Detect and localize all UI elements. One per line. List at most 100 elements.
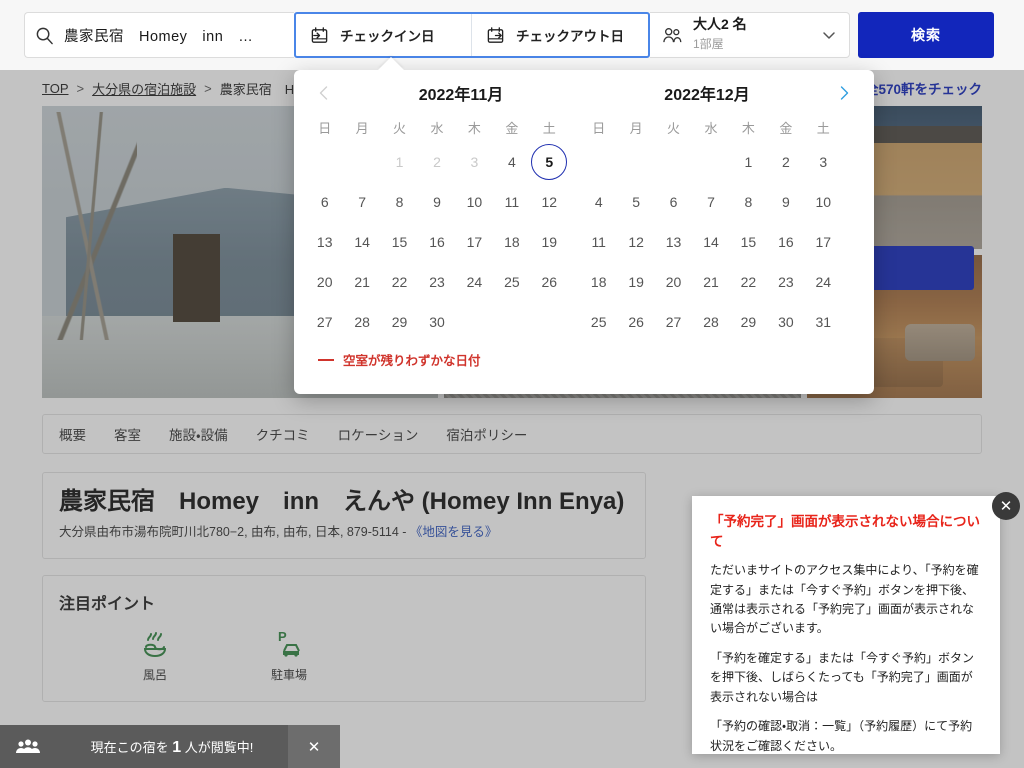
calendar-day[interactable]: 22 bbox=[381, 262, 418, 302]
calendar-prev-month-button[interactable] bbox=[310, 79, 338, 107]
calendar-dow-cell: 月 bbox=[355, 121, 369, 136]
calendar-day[interactable]: 17 bbox=[805, 222, 842, 262]
calendar-day[interactable]: 19 bbox=[531, 222, 568, 262]
calendar-day-blank bbox=[617, 142, 654, 182]
guests-selector[interactable]: 大人2 名 1部屋 bbox=[650, 12, 850, 58]
calendar-day[interactable]: 11 bbox=[580, 222, 617, 262]
calendar-day[interactable]: 18 bbox=[580, 262, 617, 302]
calendar-next-month-button[interactable] bbox=[830, 79, 858, 107]
tab-rooms[interactable]: 客室 bbox=[114, 424, 141, 444]
breadcrumb-count-note: 全570軒をチェック bbox=[864, 82, 982, 97]
calendar-day[interactable]: 25 bbox=[493, 262, 530, 302]
people-icon bbox=[662, 26, 683, 45]
viewers-count: 1 bbox=[172, 738, 182, 756]
breadcrumb-region-link[interactable]: 大分県の宿泊施設 bbox=[92, 79, 196, 98]
calendar-day[interactable]: 24 bbox=[456, 262, 493, 302]
checkin-date-field[interactable]: チェックイン日 bbox=[296, 14, 472, 56]
calendar-day[interactable]: 3 bbox=[805, 142, 842, 182]
highlight-label-bath: 風呂 bbox=[142, 667, 167, 682]
calendar-month-right: 日月火水木金土 1 2 3 4 5 6 7 8 9 10 11 12 13 14 15 16 17 18 19 20 2… bbox=[574, 116, 848, 342]
calendar-day[interactable]: 13 bbox=[655, 222, 692, 262]
calendar-day[interactable]: 18 bbox=[493, 222, 530, 262]
calendar-days-right: 1 2 3 4 5 6 7 8 9 10 11 12 13 14 15 16 17 18 19 20 21 22 23 24 2… bbox=[580, 142, 842, 342]
calendar-popover: 2022年11月 2022年12月 日月火水木金土 1 2 3 4 5 6 7 8 9 10 11 1… bbox=[294, 70, 874, 394]
tab-location[interactable]: ロケーション bbox=[338, 424, 419, 444]
calendar-day[interactable]: 23 bbox=[418, 262, 455, 302]
search-submit-button[interactable]: 検索 bbox=[858, 12, 994, 58]
calendar-day[interactable]: 19 bbox=[617, 262, 654, 302]
calendar-day[interactable]: 11 bbox=[493, 182, 530, 222]
svg-text:P: P bbox=[278, 629, 287, 644]
calendar-day[interactable]: 21 bbox=[343, 262, 380, 302]
calendar-day[interactable]: 2 bbox=[767, 142, 804, 182]
calendar-day[interactable]: 30 bbox=[418, 302, 455, 342]
calendar-day[interactable]: 8 bbox=[730, 182, 767, 222]
hotel-address-row: 大分県由布市湯布院町川北780−2, 由布, 由布, 日本, 879-5114 … bbox=[59, 524, 629, 542]
calendar-day[interactable]: 20 bbox=[306, 262, 343, 302]
calendar-day[interactable]: 9 bbox=[767, 182, 804, 222]
calendar-day[interactable]: 26 bbox=[531, 262, 568, 302]
calendar-day[interactable]: 12 bbox=[531, 182, 568, 222]
tab-policy[interactable]: 宿泊ポリシー bbox=[446, 424, 527, 444]
calendar-day[interactable]: 26 bbox=[617, 302, 654, 342]
calendar-day[interactable]: 8 bbox=[381, 182, 418, 222]
calendar-day[interactable]: 21 bbox=[692, 262, 729, 302]
checkout-date-field[interactable]: チェックアウト日 bbox=[472, 14, 648, 56]
calendar-day[interactable]: 5 bbox=[617, 182, 654, 222]
calendar-day[interactable]: 16 bbox=[418, 222, 455, 262]
calendar-day-disabled: 3 bbox=[470, 154, 479, 170]
search-input[interactable]: 農家民宿 Homey inn … bbox=[24, 12, 294, 58]
calendar-dow-cell: 木 bbox=[741, 121, 755, 136]
chevron-right-icon bbox=[835, 84, 853, 102]
calendar-day[interactable]: 20 bbox=[655, 262, 692, 302]
calendar-popover-arrow bbox=[378, 57, 404, 70]
calendar-day[interactable]: 28 bbox=[692, 302, 729, 342]
calendar-day[interactable]: 6 bbox=[306, 182, 343, 222]
calendar-day[interactable]: 28 bbox=[343, 302, 380, 342]
tab-overview[interactable]: 概要 bbox=[59, 424, 86, 444]
calendar-day[interactable]: 24 bbox=[805, 262, 842, 302]
calendar-day[interactable]: 14 bbox=[343, 222, 380, 262]
calendar-day-today[interactable]: 5 bbox=[531, 142, 568, 182]
tab-reviews[interactable]: クチコミ bbox=[256, 424, 310, 444]
view-map-link[interactable]: 《地図を見る》 bbox=[410, 525, 498, 539]
calendar-day[interactable]: 12 bbox=[617, 222, 654, 262]
calendar-day[interactable]: 10 bbox=[805, 182, 842, 222]
calendar-day[interactable]: 27 bbox=[306, 302, 343, 342]
calendar-day[interactable]: 29 bbox=[381, 302, 418, 342]
highlight-label-parking: 駐車場 bbox=[270, 667, 307, 682]
calendar-day[interactable]: 27 bbox=[655, 302, 692, 342]
calendar-day[interactable]: 15 bbox=[381, 222, 418, 262]
calendar-dow-cell: 火 bbox=[393, 121, 407, 136]
chevron-down-icon[interactable] bbox=[821, 27, 837, 43]
calendar-day[interactable]: 13 bbox=[306, 222, 343, 262]
calendar-dow-cell: 火 bbox=[667, 121, 681, 136]
calendar-day[interactable]: 30 bbox=[767, 302, 804, 342]
calendar-day[interactable]: 9 bbox=[418, 182, 455, 222]
calendar-day[interactable]: 7 bbox=[343, 182, 380, 222]
calendar-day[interactable]: 14 bbox=[692, 222, 729, 262]
calendar-day[interactable]: 22 bbox=[730, 262, 767, 302]
notification-close-button[interactable]: ✕ bbox=[992, 492, 1020, 520]
calendar-day[interactable]: 25 bbox=[580, 302, 617, 342]
calendar-day[interactable]: 15 bbox=[730, 222, 767, 262]
calendar-day[interactable]: 4 bbox=[493, 142, 530, 182]
live-viewers-close-button[interactable]: ✕ bbox=[288, 725, 340, 768]
calendar-day[interactable]: 1 bbox=[730, 142, 767, 182]
calendar-month-left: 日月火水木金土 1 2 3 4 5 6 7 8 9 10 11 12 13 14 15 16 17 18 19 20 2… bbox=[300, 116, 574, 342]
breadcrumb-top-link[interactable]: TOP bbox=[42, 81, 69, 96]
calendar-day[interactable]: 17 bbox=[456, 222, 493, 262]
calendar-day[interactable]: 29 bbox=[730, 302, 767, 342]
calendar-day[interactable]: 31 bbox=[805, 302, 842, 342]
date-fields-group: チェックイン日 チェックアウト日 bbox=[294, 12, 650, 58]
calendar-day[interactable]: 4 bbox=[580, 182, 617, 222]
calendar-day[interactable]: 7 bbox=[692, 182, 729, 222]
calendar-day[interactable]: 6 bbox=[655, 182, 692, 222]
calendar-day[interactable]: 16 bbox=[767, 222, 804, 262]
tab-facilities[interactable]: 施設・設備 bbox=[169, 424, 228, 444]
calendar-dow-cell: 土 bbox=[816, 121, 830, 136]
calendar-day[interactable]: 23 bbox=[767, 262, 804, 302]
calendar-day[interactable]: 10 bbox=[456, 182, 493, 222]
calendar-day-disabled: 2 bbox=[433, 154, 441, 170]
notification-paragraph-1: ただいまサイトのアクセス集中により、「予約を確定する」または「今すぐ予約」ボタン… bbox=[710, 563, 979, 636]
